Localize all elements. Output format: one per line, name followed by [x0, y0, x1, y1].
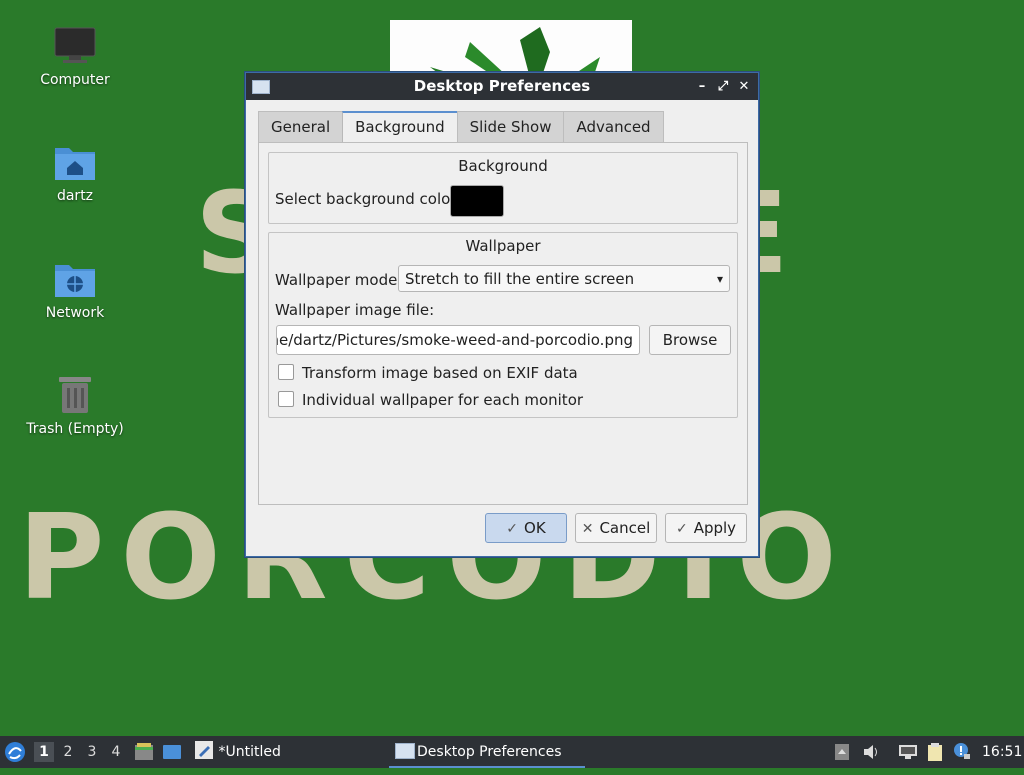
show-desktop-button[interactable] [162, 736, 184, 768]
task-untitled[interactable]: *Untitled [194, 736, 384, 768]
ok-label: OK [524, 519, 546, 537]
start-menu-button[interactable] [4, 736, 28, 768]
background-group-title: Background [458, 157, 548, 175]
desktop-icon-trash[interactable]: Trash (Empty) [15, 373, 135, 437]
workspace-4[interactable]: 4 [106, 742, 126, 762]
file-manager-icon [135, 743, 153, 760]
clock[interactable]: 16:51 [982, 736, 1022, 768]
desktop-icon-dartz[interactable]: dartz [15, 140, 135, 204]
wallpaper-file-label: Wallpaper image file: [275, 301, 435, 319]
checkmark-icon: ✓ [506, 521, 519, 537]
computer-icon [53, 24, 97, 68]
exif-checkbox[interactable] [278, 364, 294, 380]
notification-icon [954, 743, 970, 759]
volume-button[interactable] [862, 736, 882, 768]
trash-icon [53, 373, 97, 417]
desktop-icon-network[interactable]: Network [15, 257, 135, 321]
desktop-icon-label: Network [45, 305, 105, 321]
taskbar: 1 2 3 4 *Untitled Desktop Preferences 16… [0, 736, 1024, 768]
checkmark-icon: ✓ [675, 521, 688, 537]
clipboard-icon [928, 743, 942, 761]
wallpaper-group-title: Wallpaper [465, 237, 541, 255]
desktop-preferences-dialog: Desktop Preferences – ⤢ ✕ General Backgr… [245, 72, 759, 557]
apply-button[interactable]: ✓ Apply [665, 513, 747, 543]
tab-advanced[interactable]: Advanced [563, 111, 664, 142]
wallpaper-mode-select[interactable]: Stretch to fill the entire screen ▾ [398, 265, 730, 292]
desktop-icon-label: Trash (Empty) [26, 421, 124, 437]
wallpaper-file-input[interactable]: /home/dartz/Pictures/smoke-weed-and-porc… [276, 325, 640, 355]
show-desktop-icon [163, 745, 181, 759]
home-folder-icon [53, 140, 97, 184]
background-group: Background Select background color: [268, 152, 738, 224]
wallpaper-photo [390, 20, 632, 80]
wallpaper-file-value: /home/dartz/Pictures/smoke-weed-and-porc… [276, 331, 633, 349]
desktop-icon-label: dartz [56, 188, 94, 204]
dialog-titlebar[interactable]: Desktop Preferences – ⤢ ✕ [246, 73, 758, 100]
apply-label: Apply [693, 519, 737, 537]
text-editor-icon [195, 741, 213, 759]
close-button[interactable]: ✕ [734, 73, 754, 100]
browse-button[interactable]: Browse [649, 325, 731, 355]
tray-arrow-icon [835, 744, 849, 760]
tray-up-arrow[interactable] [834, 736, 854, 768]
task-label: *Untitled [218, 744, 281, 760]
clipboard-tray-button[interactable] [926, 736, 946, 768]
network-folder-icon [53, 257, 97, 301]
exif-checkbox-row[interactable]: Transform image based on EXIF data [278, 364, 578, 382]
tab-slide-show[interactable]: Slide Show [456, 111, 565, 142]
workspace-1[interactable]: 1 [34, 742, 54, 762]
per-monitor-checkbox-label: Individual wallpaper for each monitor [302, 391, 584, 409]
desktop-icon-label: Computer [40, 72, 110, 88]
maximize-button[interactable]: ⤢ [713, 73, 733, 100]
window-app-icon [395, 743, 415, 759]
cancel-label: Cancel [599, 519, 651, 537]
tab-general[interactable]: General [258, 111, 344, 142]
network-tray-button[interactable] [898, 736, 920, 768]
wallpaper-group: Wallpaper Wallpaper mode: Stretch to fil… [268, 232, 738, 418]
minimize-button[interactable]: – [692, 73, 712, 100]
workspace-2[interactable]: 2 [58, 742, 78, 762]
workspace-3[interactable]: 3 [82, 742, 102, 762]
task-desktop-preferences[interactable]: Desktop Preferences [389, 736, 585, 768]
per-monitor-checkbox-row[interactable]: Individual wallpaper for each monitor [278, 391, 583, 409]
tab-bar: General Background Slide Show Advanced [258, 111, 664, 144]
per-monitor-checkbox[interactable] [278, 391, 294, 407]
window-app-icon [252, 80, 270, 94]
wallpaper-mode-label: Wallpaper mode: [275, 271, 403, 289]
cancel-x-icon: ✕ [581, 521, 594, 537]
tab-panel-background: Background Select background color: Wall… [258, 142, 748, 505]
cancel-button[interactable]: ✕ Cancel [575, 513, 657, 543]
lxqt-logo-icon [5, 742, 25, 762]
task-label: Desktop Preferences [417, 744, 562, 760]
exif-checkbox-label: Transform image based on EXIF data [302, 364, 578, 382]
chevron-down-icon: ▾ [716, 272, 723, 286]
wallpaper-mode-value: Stretch to fill the entire screen [405, 270, 635, 288]
background-color-label: Select background color: [275, 190, 462, 208]
file-manager-launcher[interactable] [134, 736, 156, 768]
background-color-button[interactable] [450, 185, 504, 217]
desktop-icon-computer[interactable]: Computer [15, 24, 135, 88]
tab-background[interactable]: Background [342, 111, 458, 144]
update-tray-button[interactable] [952, 736, 972, 768]
ok-button[interactable]: ✓ OK [485, 513, 567, 543]
dialog-title: Desktop Preferences [413, 77, 591, 95]
network-tray-icon [899, 745, 917, 759]
volume-icon [864, 745, 877, 759]
